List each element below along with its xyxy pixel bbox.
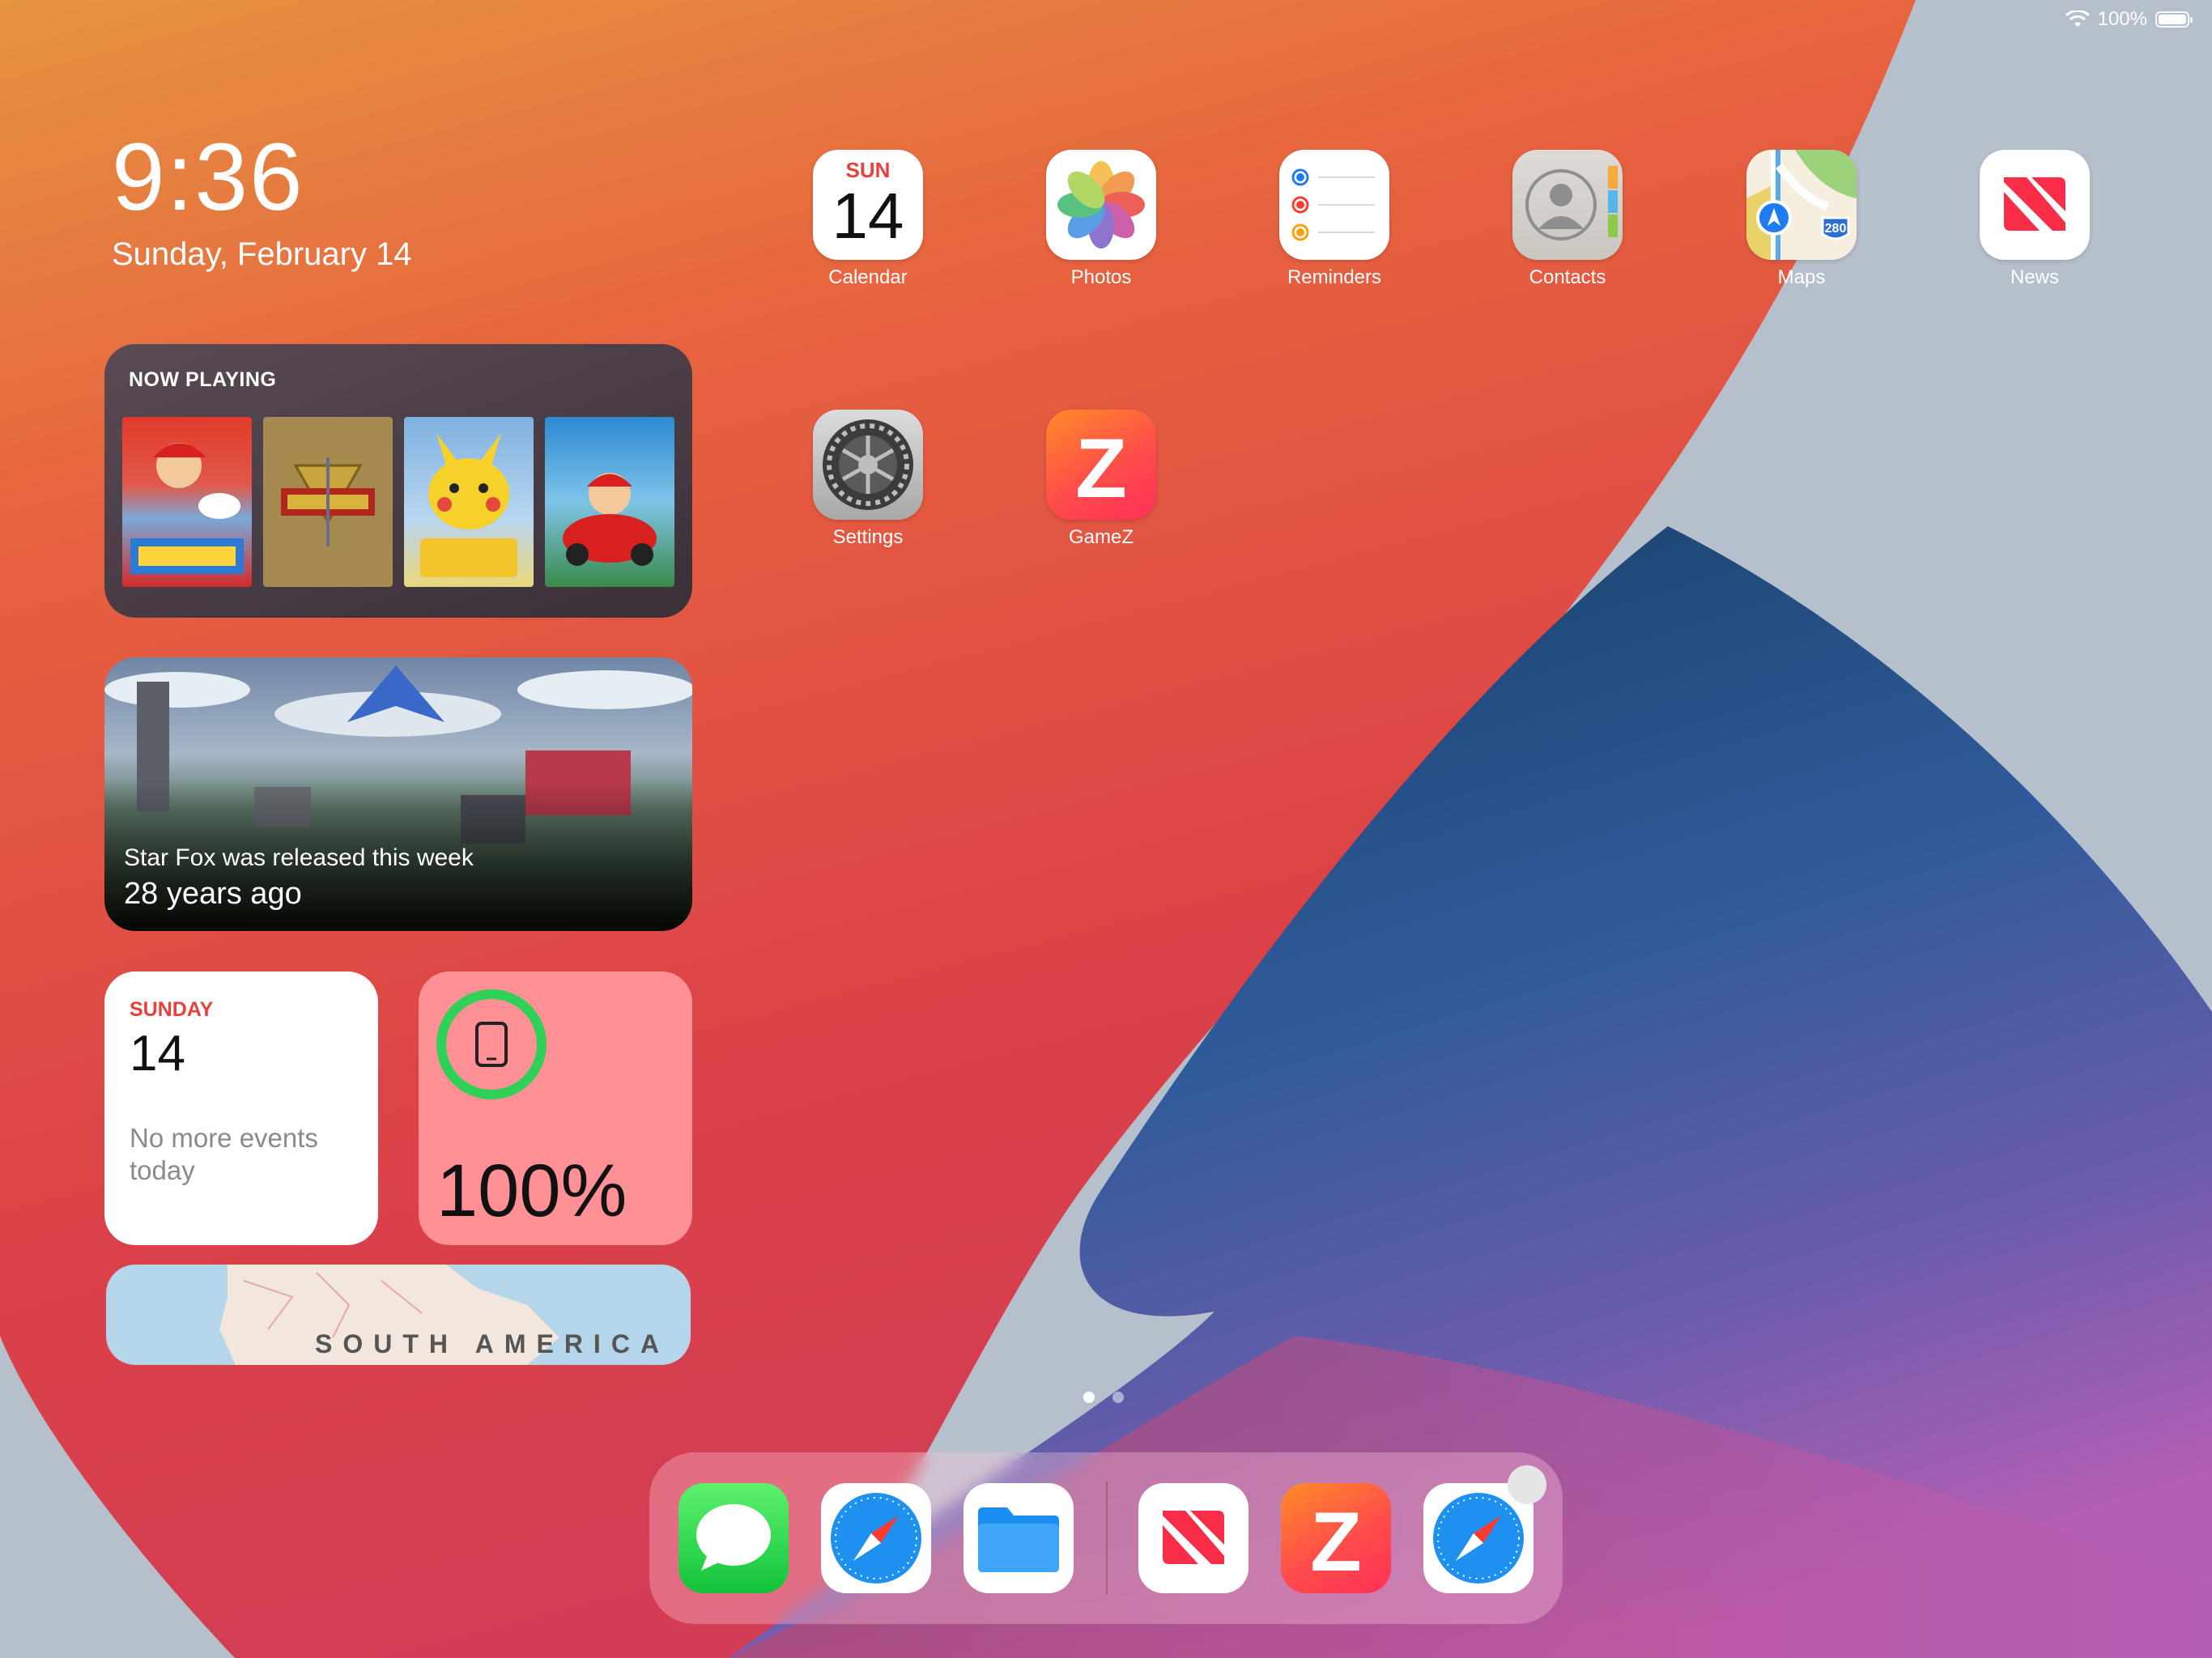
- gamez-glyph: Z: [1310, 1495, 1362, 1589]
- map-label: SOUTH AMERICA: [315, 1329, 670, 1358]
- app-calendar[interactable]: SUN 14 Calendar: [813, 150, 923, 289]
- dock-badge: [1508, 1465, 1546, 1504]
- clock-time: 9:36: [112, 124, 304, 231]
- battery-widget[interactable]: 100%: [419, 971, 692, 1245]
- dock-gamez[interactable]: Z: [1281, 1483, 1391, 1593]
- page-indicator[interactable]: [1083, 1392, 1124, 1403]
- calendar-widget-date: 14: [130, 1026, 185, 1082]
- reminders-icon: [1279, 150, 1389, 260]
- battery-percentage: 100%: [2097, 8, 2147, 30]
- calendar-widget-day: SUNDAY: [130, 998, 214, 1021]
- status-bar: 100%: [2065, 8, 2193, 31]
- news-icon: [1163, 1511, 1224, 1564]
- photos-icon: [1046, 150, 1156, 260]
- calendar-icon: SUN 14: [813, 150, 923, 260]
- memory-line-1: Star Fox was released this week: [124, 844, 474, 871]
- dock: Z: [649, 1452, 1563, 1624]
- clock: 9:36 Sunday, February 14: [112, 130, 412, 273]
- page-dot-1[interactable]: [1083, 1392, 1095, 1403]
- app-label: Reminders: [1287, 266, 1382, 288]
- maps-icon: 280: [1746, 150, 1857, 260]
- app-maps[interactable]: 280 Maps: [1746, 150, 1857, 289]
- game-cover-zelda-ocarina[interactable]: [263, 417, 393, 587]
- dock-news[interactable]: [1138, 1483, 1249, 1593]
- app-reminders[interactable]: Reminders: [1279, 150, 1389, 289]
- app-settings[interactable]: Settings: [813, 410, 923, 549]
- settings-icon: [813, 410, 923, 520]
- safari-icon: [831, 1493, 921, 1584]
- wifi-icon: [2065, 11, 2090, 27]
- app-gamez[interactable]: Z GameZ: [1046, 410, 1156, 549]
- now-playing-widget[interactable]: NOW PLAYING: [104, 344, 692, 618]
- calendar-widget[interactable]: SUNDAY 14 No more events today: [104, 971, 378, 1245]
- app-label: Contacts: [1529, 266, 1606, 288]
- app-news[interactable]: News: [1980, 150, 2090, 289]
- gamez-icon: Z: [1046, 410, 1156, 520]
- files-icon: [978, 1507, 1059, 1572]
- ipad-icon: [475, 1022, 508, 1067]
- game-covers: [122, 417, 674, 587]
- dock-files[interactable]: [963, 1483, 1074, 1593]
- memory-line-2: 28 years ago: [124, 877, 302, 911]
- maps-shield-number: 280: [1825, 222, 1847, 236]
- game-cover-super-mario-odyssey[interactable]: [122, 417, 252, 587]
- app-label: Maps: [1777, 266, 1826, 288]
- map-widget[interactable]: SOUTH AMERICA: [106, 1265, 691, 1365]
- news-icon: [1980, 150, 2090, 260]
- battery-ring: [436, 989, 547, 1099]
- contacts-icon: [1512, 150, 1623, 260]
- app-photos[interactable]: Photos: [1046, 150, 1156, 289]
- game-cover-pokemon-pikachu[interactable]: [404, 417, 534, 587]
- calendar-widget-events: No more events today: [130, 1123, 318, 1185]
- app-label: GameZ: [1068, 526, 1134, 548]
- game-cover-mario-kart-8[interactable]: [545, 417, 674, 587]
- app-label: Settings: [832, 526, 904, 548]
- messages-icon: [696, 1504, 771, 1571]
- battery-widget-percent: 100%: [436, 1150, 627, 1232]
- calendar-icon-date: 14: [832, 180, 904, 252]
- clock-date: Sunday, February 14: [112, 236, 412, 272]
- gamez-glyph: Z: [1075, 422, 1127, 516]
- dock-safari[interactable]: [821, 1483, 931, 1593]
- battery-icon: [2155, 11, 2193, 28]
- memory-caption: Star Fox was released this week 28 years…: [124, 844, 474, 912]
- app-label: Calendar: [828, 266, 908, 288]
- app-label: Photos: [1070, 266, 1132, 288]
- app-label: News: [2010, 266, 2059, 288]
- app-contacts[interactable]: Contacts: [1512, 150, 1623, 289]
- memory-widget[interactable]: Star Fox was released this week 28 years…: [104, 657, 692, 931]
- page-dot-2[interactable]: [1112, 1392, 1124, 1403]
- dock-messages[interactable]: [678, 1483, 789, 1593]
- now-playing-title: NOW PLAYING: [129, 368, 277, 391]
- dock-separator: [1106, 1482, 1108, 1595]
